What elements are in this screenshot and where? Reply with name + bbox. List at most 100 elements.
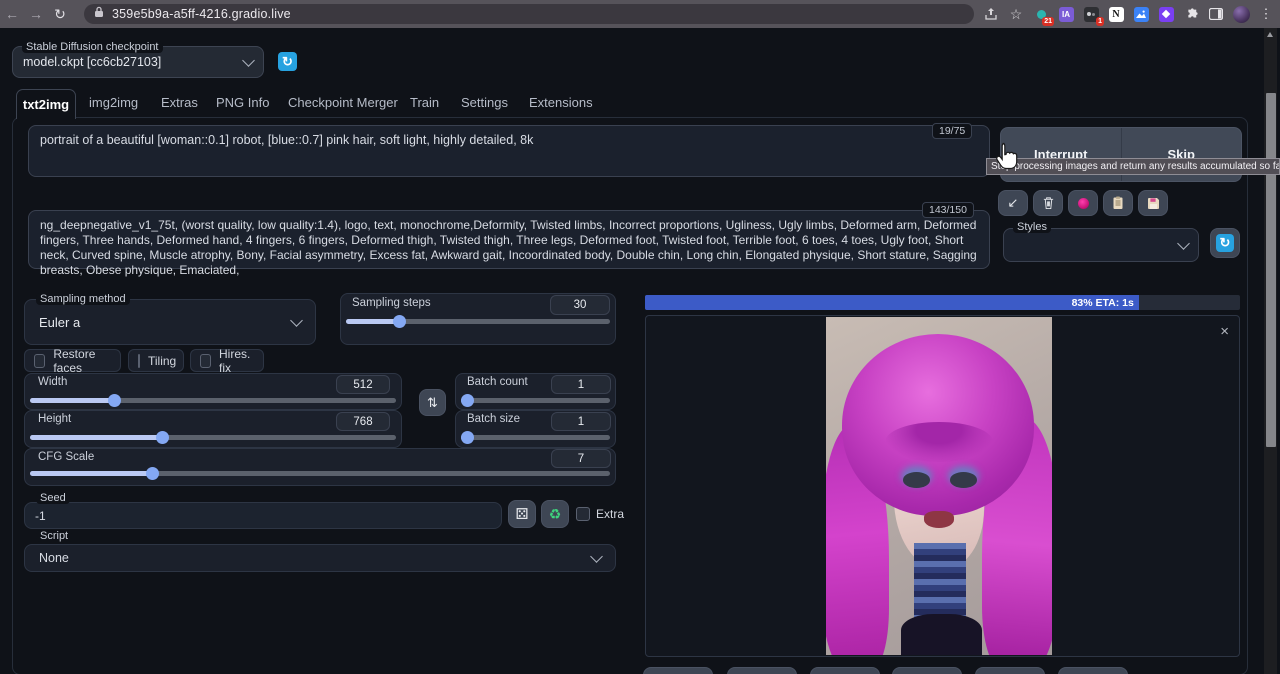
tab-extensions[interactable]: Extensions: [529, 95, 593, 110]
interrupt-tooltip: Stop processing images and return any re…: [986, 158, 1280, 175]
stable-diffusion-webui-screen: ← → ↻ 359e5b9a-a5ff-4216.gradio.live ☆ 2…: [0, 0, 1280, 674]
swap-arrows-icon: ⇅: [427, 395, 438, 411]
restore-faces-toggle[interactable]: Restore faces: [24, 349, 121, 372]
height-slider[interactable]: [30, 435, 396, 440]
clear-prompt-button[interactable]: [1033, 190, 1063, 216]
prompt-token-counter: 19/75: [932, 123, 972, 139]
result-action-button[interactable]: [975, 667, 1045, 674]
close-icon[interactable]: ×: [1220, 324, 1229, 339]
cfg-scale-input[interactable]: 7: [551, 449, 611, 468]
sampling-method-value: Euler a: [39, 315, 80, 330]
scrollbar-thumb[interactable]: [1266, 93, 1276, 447]
checkpoint-refresh-button[interactable]: ↻: [278, 52, 297, 71]
tab-train[interactable]: Train: [410, 95, 439, 110]
side-panel-icon[interactable]: [1207, 5, 1225, 23]
script-dropdown[interactable]: None: [24, 544, 616, 572]
floppy-disk-icon: [1147, 197, 1160, 210]
extra-networks-button[interactable]: [1068, 190, 1098, 216]
save-style-button[interactable]: [1138, 190, 1168, 216]
tab-img2img[interactable]: img2img: [89, 95, 138, 110]
profile-avatar[interactable]: [1232, 5, 1250, 23]
tab-png-info[interactable]: PNG Info: [216, 95, 269, 110]
page-scrollbar[interactable]: [1264, 28, 1277, 674]
sampling-steps-slider[interactable]: [346, 319, 610, 324]
width-input[interactable]: 512: [336, 375, 390, 394]
slider-handle[interactable]: [461, 431, 474, 444]
script-value: None: [39, 551, 69, 565]
extensions-puzzle-icon[interactable]: [1182, 5, 1200, 23]
height-label: Height: [38, 413, 71, 425]
seed-extra-label: Extra: [596, 507, 624, 521]
ext-ia-icon[interactable]: IA: [1057, 5, 1075, 23]
cfg-scale-slider[interactable]: [30, 471, 610, 476]
result-action-button[interactable]: [892, 667, 962, 674]
seed-extra-checkbox[interactable]: [576, 507, 590, 521]
cfg-scale-label: CFG Scale: [38, 451, 94, 463]
paste-params-button[interactable]: ↙: [998, 190, 1028, 216]
negative-token-counter: 143/150: [922, 202, 974, 218]
width-label: Width: [38, 376, 67, 388]
chevron-down-icon: [290, 314, 303, 327]
width-slider[interactable]: [30, 398, 396, 403]
tab-extras[interactable]: Extras: [161, 95, 198, 110]
result-action-button[interactable]: [810, 667, 880, 674]
lock-icon: [94, 5, 104, 23]
ext-purple-icon[interactable]: [1157, 5, 1175, 23]
seed-label: Seed: [36, 492, 70, 504]
result-action-button[interactable]: [1058, 667, 1128, 674]
seed-value: -1: [35, 509, 46, 523]
ext-camera-icon[interactable]: 1: [1082, 5, 1100, 23]
slider-handle[interactable]: [393, 315, 406, 328]
forward-icon[interactable]: →: [24, 6, 48, 22]
seed-input[interactable]: -1: [24, 502, 502, 529]
batch-size-input[interactable]: 1: [551, 412, 611, 431]
sampling-steps-input[interactable]: 30: [550, 295, 610, 315]
prompt-textarea[interactable]: portrait of a beautiful [woman::0.1] rob…: [28, 125, 990, 177]
batch-size-label: Batch size: [467, 413, 520, 425]
hires-fix-toggle[interactable]: Hires. fix: [190, 349, 264, 372]
back-icon[interactable]: ←: [0, 6, 24, 22]
restore-faces-label: Restore faces: [53, 347, 111, 375]
styles-label: Styles: [1013, 221, 1051, 233]
batch-size-slider[interactable]: [461, 435, 610, 440]
height-input[interactable]: 768: [336, 412, 390, 431]
chevron-down-icon: [590, 550, 603, 563]
preview-image[interactable]: [826, 317, 1052, 655]
sampling-method-dropdown[interactable]: Euler a: [24, 299, 316, 345]
batch-count-input[interactable]: 1: [551, 375, 611, 394]
checkpoint-value: model.ckpt [cc6cb27103]: [23, 55, 161, 69]
slider-handle[interactable]: [461, 394, 474, 407]
tiling-toggle[interactable]: Tiling: [128, 349, 184, 372]
apply-style-button[interactable]: [1103, 190, 1133, 216]
tab-settings[interactable]: Settings: [461, 95, 508, 110]
slider-handle[interactable]: [146, 467, 159, 480]
negative-prompt-textarea[interactable]: ng_deepnegative_v1_75t, (worst quality, …: [28, 210, 990, 269]
styles-refresh-button[interactable]: ↻: [1210, 228, 1240, 258]
slider-handle[interactable]: [156, 431, 169, 444]
reuse-seed-button[interactable]: ♻: [541, 500, 569, 528]
hires-fix-checkbox[interactable]: [200, 354, 211, 368]
reload-icon[interactable]: ↻: [48, 6, 72, 23]
tiling-checkbox[interactable]: [138, 354, 140, 368]
ext-image-icon[interactable]: [1132, 5, 1150, 23]
share-icon[interactable]: [982, 5, 1000, 23]
swap-dimensions-button[interactable]: ⇅: [419, 389, 446, 416]
result-action-button[interactable]: [727, 667, 797, 674]
url-text: 359e5b9a-a5ff-4216.gradio.live: [112, 7, 291, 21]
tab-checkpoint-merger[interactable]: Checkpoint Merger: [288, 95, 398, 110]
arrow-down-left-icon: ↙: [1008, 195, 1019, 211]
tab-txt2img[interactable]: txt2img: [16, 89, 76, 119]
scroll-up-icon[interactable]: [1267, 32, 1273, 37]
restore-faces-checkbox[interactable]: [34, 354, 45, 368]
browser-menu-icon[interactable]: ⋮: [1257, 5, 1275, 23]
result-gallery: ×: [645, 315, 1240, 657]
random-seed-button[interactable]: ⚄: [508, 500, 536, 528]
sampling-method-label: Sampling method: [36, 293, 130, 305]
batch-count-slider[interactable]: [461, 398, 610, 403]
ext-pin-icon[interactable]: 21: [1032, 5, 1050, 23]
result-action-button[interactable]: [643, 667, 713, 674]
styles-dropdown[interactable]: [1003, 228, 1199, 262]
address-bar[interactable]: 359e5b9a-a5ff-4216.gradio.live: [84, 4, 974, 24]
bookmark-star-icon[interactable]: ☆: [1007, 5, 1025, 23]
ext-notion-icon[interactable]: N: [1107, 5, 1125, 23]
